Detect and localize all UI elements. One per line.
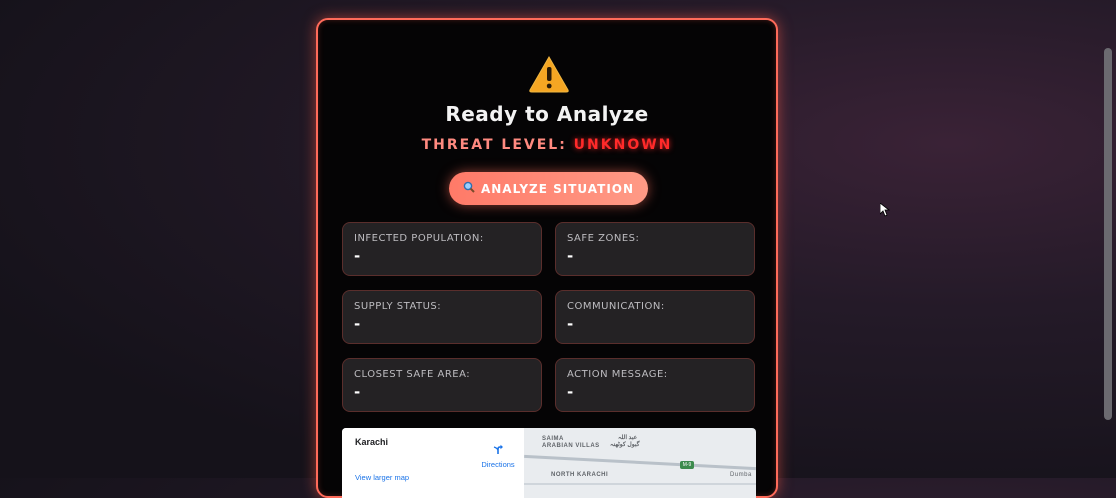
- stat-supply-status: SUPPLY STATUS: -: [342, 290, 542, 344]
- stat-value: -: [354, 315, 361, 333]
- analyze-situation-button[interactable]: ANALYZE SITUATION: [449, 172, 648, 205]
- page-title: Ready to Analyze: [445, 102, 649, 126]
- map-info-panel: Karachi Directions View larger map: [342, 428, 524, 498]
- directions-label: Directions: [481, 460, 515, 469]
- map-label: SAIMA: [542, 436, 564, 442]
- map-place-name: Karachi: [355, 437, 389, 447]
- road-badge: M-9: [680, 461, 694, 469]
- stat-value: -: [567, 247, 574, 265]
- threat-level-label: THREAT LEVEL:: [421, 137, 567, 153]
- map-label: گبول کوٹھنہ: [610, 442, 640, 448]
- stat-value: -: [567, 315, 574, 333]
- analysis-card: Ready to Analyze THREAT LEVEL: UNKNOWN A…: [316, 18, 778, 498]
- stat-closest-safe-area: CLOSEST SAFE AREA: -: [342, 358, 542, 412]
- map-label: ARABIAN VILLAS: [542, 443, 600, 449]
- stat-value: -: [354, 383, 361, 401]
- directions-icon: [492, 440, 504, 459]
- analyze-button-label: ANALYZE SITUATION: [480, 181, 635, 196]
- stat-value: -: [354, 247, 361, 265]
- map-label: NORTH KARACHI: [551, 472, 609, 478]
- threat-level: THREAT LEVEL: UNKNOWN: [318, 137, 776, 153]
- map-road: [524, 483, 756, 485]
- stat-label: SAFE ZONES:: [567, 233, 640, 244]
- stat-label: CLOSEST SAFE AREA:: [354, 369, 471, 380]
- map-label: عبد اللہ: [618, 435, 638, 441]
- map-road: [524, 454, 756, 471]
- embedded-map[interactable]: SAIMA ARABIAN VILLAS عبد اللہ گبول کوٹھن…: [342, 428, 756, 498]
- stat-value: -: [567, 383, 574, 401]
- stat-label: COMMUNICATION:: [567, 301, 665, 312]
- stat-communication: COMMUNICATION: -: [555, 290, 755, 344]
- directions-button[interactable]: Directions: [480, 440, 516, 469]
- map-label: Dumba: [730, 472, 752, 478]
- threat-level-value: UNKNOWN: [573, 137, 673, 153]
- stat-label: SUPPLY STATUS:: [354, 301, 442, 312]
- stat-action-message: ACTION MESSAGE: -: [555, 358, 755, 412]
- stat-safe-zones: SAFE ZONES: -: [555, 222, 755, 276]
- stat-infected-population: INFECTED POPULATION: -: [342, 222, 542, 276]
- stat-label: INFECTED POPULATION:: [354, 233, 484, 244]
- page-scrollbar[interactable]: [1104, 48, 1112, 420]
- search-icon: [463, 181, 475, 196]
- warning-icon: [528, 55, 570, 93]
- stat-label: ACTION MESSAGE:: [567, 369, 668, 380]
